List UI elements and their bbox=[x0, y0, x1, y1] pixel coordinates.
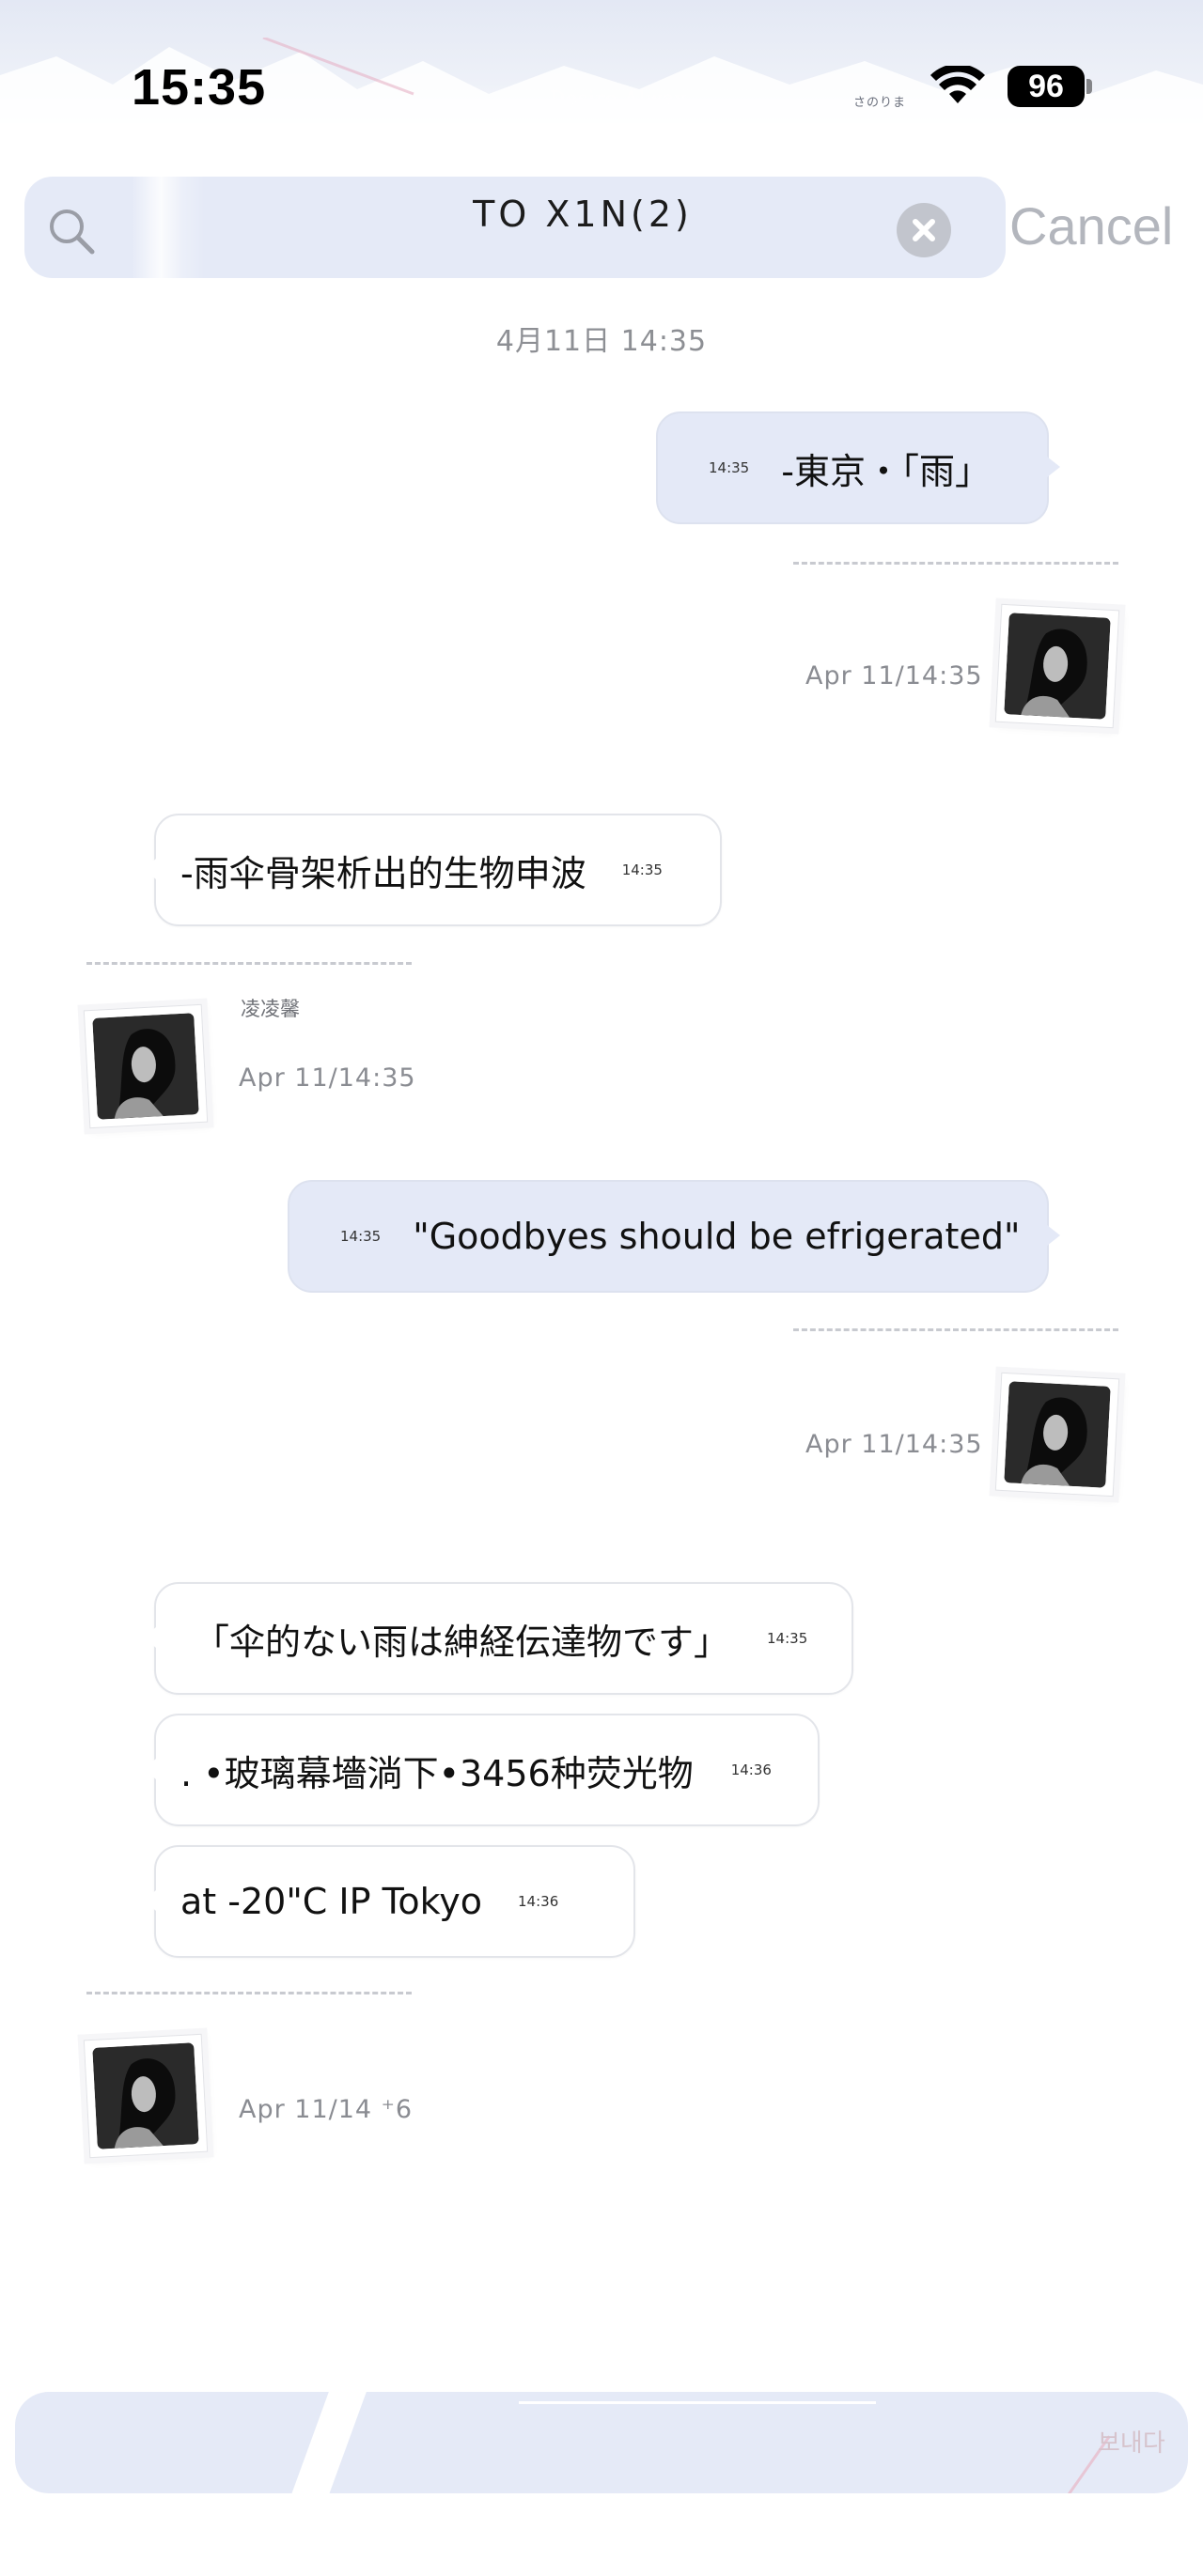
message-bubble-out[interactable]: 14:35 "Goodbyes should be efrigerated" bbox=[288, 1180, 1060, 1293]
battery-tip bbox=[1086, 79, 1092, 94]
avatar[interactable] bbox=[994, 603, 1120, 729]
avatar-photo bbox=[92, 2042, 199, 2149]
message-text: 「伞的ない雨は紳経伝達物です」 bbox=[194, 1621, 730, 1663]
message-time: 14:36 bbox=[730, 1761, 772, 1778]
avatar[interactable] bbox=[994, 1372, 1120, 1497]
message-meta: Apr 11/14:35 bbox=[239, 1063, 416, 1093]
input-decoration-line bbox=[519, 2401, 876, 2404]
date-divider: 4月11日 14:35 bbox=[495, 325, 708, 358]
message-input[interactable] bbox=[15, 2392, 1188, 2493]
avatar-photo bbox=[1004, 613, 1111, 720]
divider-dashed bbox=[793, 1328, 1118, 1331]
message-time: 14:35 bbox=[621, 861, 663, 878]
search-bar-decoration bbox=[132, 177, 205, 278]
status-time: 15:35 bbox=[132, 59, 267, 116]
message-text: "Goodbyes should be efrigerated" bbox=[413, 1216, 1021, 1257]
message-time: 14:36 bbox=[518, 1893, 559, 1910]
message-text: at -20"C IP Tokyo bbox=[180, 1881, 483, 1922]
message-text: -雨伞骨架析出的生物申波 bbox=[180, 852, 586, 894]
header-deco-text-small: さのりま bbox=[853, 96, 907, 110]
message-text: -東京・「雨」 bbox=[781, 450, 991, 492]
message-time: 14:35 bbox=[709, 459, 750, 476]
clear-search-button[interactable] bbox=[897, 203, 951, 257]
avatar-photo bbox=[92, 1013, 199, 1120]
message-text: . •玻璃幕墻淌下•3456种荧光物 bbox=[180, 1752, 694, 1794]
message-bubble-in[interactable]: 「伞的ない雨は紳経伝達物です」 14:35 bbox=[144, 1582, 853, 1695]
cancel-button[interactable]: Cancel bbox=[1009, 195, 1173, 256]
message-meta: Apr 11/14:35 bbox=[805, 661, 983, 691]
battery-indicator: 96 bbox=[1008, 66, 1085, 107]
message-time: 14:35 bbox=[340, 1228, 382, 1245]
avatar[interactable] bbox=[83, 2033, 209, 2159]
message-bubble-in[interactable]: at -20"C IP Tokyo 14:36 bbox=[144, 1845, 635, 1958]
message-meta: Apr 11/14 ⁺6 bbox=[239, 2095, 414, 2124]
message-bubble-in[interactable]: . •玻璃幕墻淌下•3456种荧光物 14:36 bbox=[144, 1714, 820, 1826]
divider-dashed bbox=[86, 1992, 412, 1994]
sender-name: 凌凌馨 bbox=[241, 998, 300, 1020]
message-time: 14:35 bbox=[767, 1630, 808, 1647]
divider-dashed bbox=[86, 962, 412, 965]
message-bubble-out[interactable]: 14:35 -東京・「雨」 bbox=[656, 411, 1060, 524]
wifi-icon bbox=[930, 66, 985, 103]
clear-icon bbox=[913, 219, 935, 241]
avatar[interactable] bbox=[83, 1003, 209, 1129]
send-button[interactable]: 보내다 bbox=[1098, 2424, 1165, 2459]
message-bubble-in[interactable]: -雨伞骨架析出的生物申波 14:35 bbox=[144, 814, 722, 926]
message-meta: Apr 11/14:35 bbox=[805, 1430, 983, 1459]
avatar-photo bbox=[1004, 1381, 1111, 1488]
header-deco-text: Desire Alway bbox=[550, 86, 687, 109]
divider-dashed bbox=[793, 562, 1118, 565]
search-icon[interactable] bbox=[47, 207, 96, 256]
input-decoration bbox=[284, 2392, 370, 2493]
